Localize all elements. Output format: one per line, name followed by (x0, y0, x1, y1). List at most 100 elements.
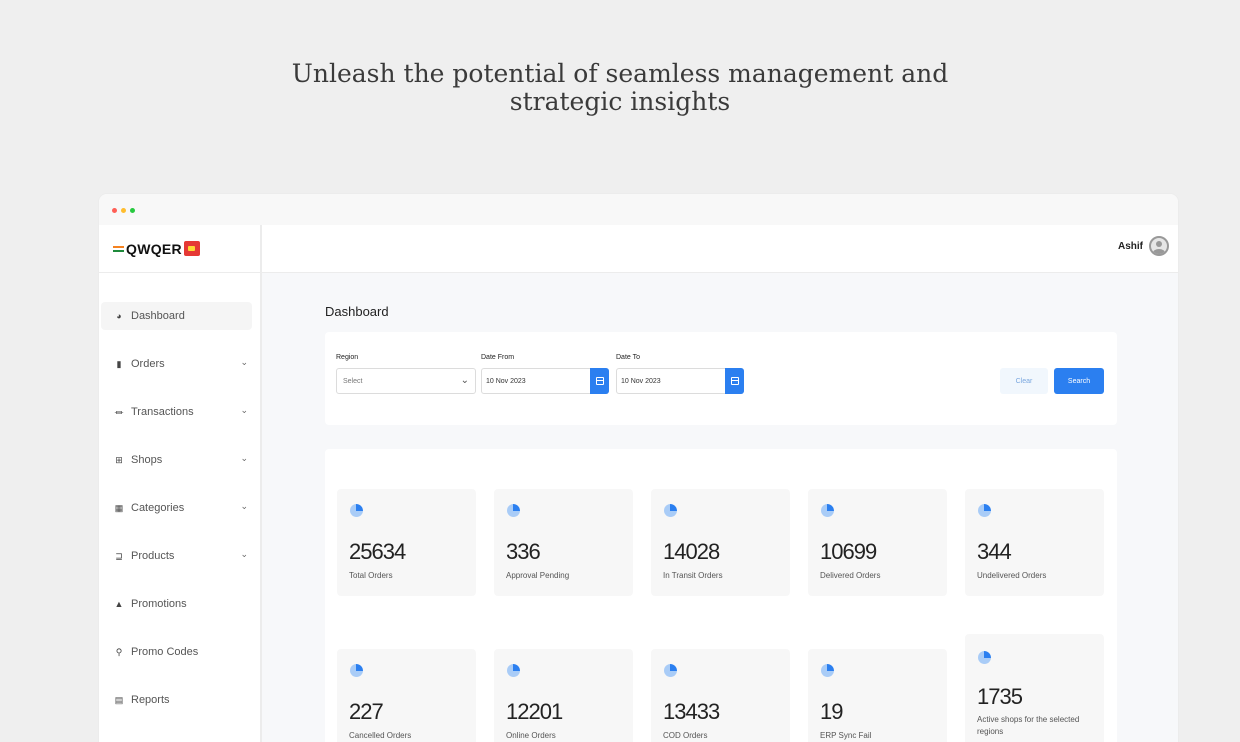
pie-chart-icon (350, 504, 363, 517)
stat-label: Cancelled Orders (349, 731, 412, 740)
app-window: QWQER ◕ Dashboard ▮ Orders ⌄ ⏛ Transacti… (99, 194, 1178, 742)
stat-card-delivered-orders[interactable]: 10699 Delivered Orders (808, 489, 947, 596)
stat-label: Online Orders (506, 731, 556, 740)
chevron-down-icon: ⌄ (240, 405, 248, 415)
date-to-calendar-button[interactable] (725, 368, 744, 394)
window-close-dot[interactable] (112, 208, 117, 213)
sidebar-item-label: Transactions (131, 406, 194, 418)
user-name: Ashif (1118, 240, 1143, 252)
date-from-label: Date From (481, 354, 515, 361)
stat-value: 336 (506, 539, 541, 564)
pie-chart-icon (507, 504, 520, 517)
grid-icon: ▦ (114, 502, 124, 513)
pie-chart-icon (821, 664, 834, 677)
stat-card-undelivered-orders[interactable]: 344 Undelivered Orders (965, 489, 1104, 596)
window-maximize-dot[interactable] (130, 208, 135, 213)
chevron-down-icon: ⌄ (240, 549, 248, 559)
stat-value: 12201 (506, 699, 563, 724)
date-from-value: 10 Nov 2023 (486, 378, 526, 385)
brand-logo[interactable]: QWQER (99, 225, 260, 273)
stat-label: Delivered Orders (820, 571, 881, 580)
stat-value: 25634 (349, 539, 406, 564)
date-to-value: 10 Nov 2023 (621, 378, 661, 385)
calendar-icon (595, 377, 604, 385)
sidebar-item-reports[interactable]: ▤ Reports (101, 686, 252, 714)
region-select-value: Select (343, 378, 363, 385)
sidebar-item-label: Categories (131, 502, 185, 514)
pie-chart-icon (507, 664, 520, 677)
stat-label: COD Orders (663, 731, 708, 740)
stat-card-in-transit-orders[interactable]: 14028 In Transit Orders (651, 489, 790, 596)
hero-headline-line1: Unleash the potential of seamless manage… (291, 59, 949, 88)
stat-label: Approval Pending (506, 571, 570, 580)
user-menu[interactable]: Ashif (1118, 236, 1169, 256)
brand-name: QWQER (126, 240, 182, 257)
pie-chart-icon (350, 664, 363, 677)
stat-card-active-shops[interactable]: 1735 Active shops for the selected regio… (965, 634, 1104, 742)
sidebar-item-label: Promotions (131, 598, 187, 610)
sidebar: QWQER ◕ Dashboard ▮ Orders ⌄ ⏛ Transacti… (99, 225, 262, 742)
top-bar: Ashif (262, 225, 1178, 273)
sidebar-item-label: Dashboard (131, 310, 185, 322)
sidebar-item-transactions[interactable]: ⏛ Transactions ⌄ (101, 398, 252, 426)
stat-value: 1735 (977, 684, 1023, 709)
sidebar-item-label: Products (131, 550, 175, 562)
window-titlebar (99, 194, 1178, 225)
avatar-icon[interactable] (1149, 236, 1169, 256)
stat-card-cancelled-orders[interactable]: 227 Cancelled Orders (337, 649, 476, 742)
hero-headline: Unleash the potential of seamless manage… (0, 60, 1240, 116)
stat-label: Undelivered Orders (977, 571, 1047, 580)
stat-card-erp-sync-fail[interactable]: 19 ERP Sync Fail (808, 649, 947, 742)
window-minimize-dot[interactable] (121, 208, 126, 213)
stat-card-total-orders[interactable]: 25634 Total Orders (337, 489, 476, 596)
sidebar-item-dashboard[interactable]: ◕ Dashboard (101, 302, 252, 330)
pie-chart-icon (664, 664, 677, 677)
stat-value: 10699 (820, 539, 877, 564)
region-label: Region (336, 354, 359, 361)
stat-value: 227 (349, 699, 384, 724)
tag-icon: ⚲ (115, 646, 123, 657)
sidebar-item-label: Orders (131, 358, 165, 370)
chevron-down-icon: ⌄ (240, 501, 248, 511)
pie-chart-icon (978, 504, 991, 517)
clear-button[interactable]: Clear (1000, 368, 1048, 394)
main-content: Dashboard Region Select ⌄ Date From 10 N… (262, 273, 1178, 742)
cart-icon: ⊒ (115, 550, 123, 561)
sidebar-item-categories[interactable]: ▦ Categories ⌄ (101, 494, 252, 522)
sidebar-item-shops[interactable]: ⊞ Shops ⌄ (101, 446, 252, 474)
logo-bag-icon (183, 241, 200, 256)
stat-value: 19 (820, 699, 844, 724)
stat-card-approval-pending[interactable]: 336 Approval Pending (494, 489, 633, 596)
chevron-down-icon: ⌄ (240, 453, 248, 463)
region-select[interactable]: Select ⌄ (336, 368, 476, 394)
sidebar-item-products[interactable]: ⊒ Products ⌄ (101, 542, 252, 570)
report-icon: ▤ (114, 694, 124, 705)
stat-label: Total Orders (349, 571, 393, 580)
date-from-calendar-button[interactable] (590, 368, 609, 394)
sidebar-item-label: Shops (131, 454, 163, 466)
stat-label: In Transit Orders (663, 571, 723, 580)
sidebar-item-promo-codes[interactable]: ⚲ Promo Codes (101, 638, 252, 666)
calendar-icon (730, 377, 739, 385)
hero-headline-line2: strategic insights (509, 87, 731, 116)
stat-card-online-orders[interactable]: 12201 Online Orders (494, 649, 633, 742)
sidebar-item-label: Promo Codes (131, 646, 199, 658)
sidebar-nav: ◕ Dashboard ▮ Orders ⌄ ⏛ Transactions ⌄ … (99, 273, 260, 714)
stat-value: 14028 (663, 539, 720, 564)
page-title: Dashboard (325, 304, 389, 319)
flask-icon: ▲ (114, 599, 124, 609)
sidebar-item-orders[interactable]: ▮ Orders ⌄ (101, 350, 252, 378)
search-button[interactable]: Search (1054, 368, 1104, 394)
sidebar-item-label: Reports (131, 694, 170, 706)
stat-card-cod-orders[interactable]: 13433 COD Orders (651, 649, 790, 742)
pie-chart-icon (978, 651, 991, 664)
stats-panel: 25634 Total Orders 336 Approval Pending … (325, 449, 1117, 742)
pie-chart-icon (821, 504, 834, 517)
stat-label: Active shops for the selected regions (977, 715, 1080, 736)
pie-chart-icon (664, 504, 677, 517)
sidebar-item-promotions[interactable]: ▲ Promotions (101, 590, 252, 618)
logo-stripes-icon (113, 244, 124, 253)
stat-value: 13433 (663, 699, 720, 724)
chevron-down-icon: ⌄ (460, 375, 469, 386)
chevron-down-icon: ⌄ (240, 357, 248, 367)
